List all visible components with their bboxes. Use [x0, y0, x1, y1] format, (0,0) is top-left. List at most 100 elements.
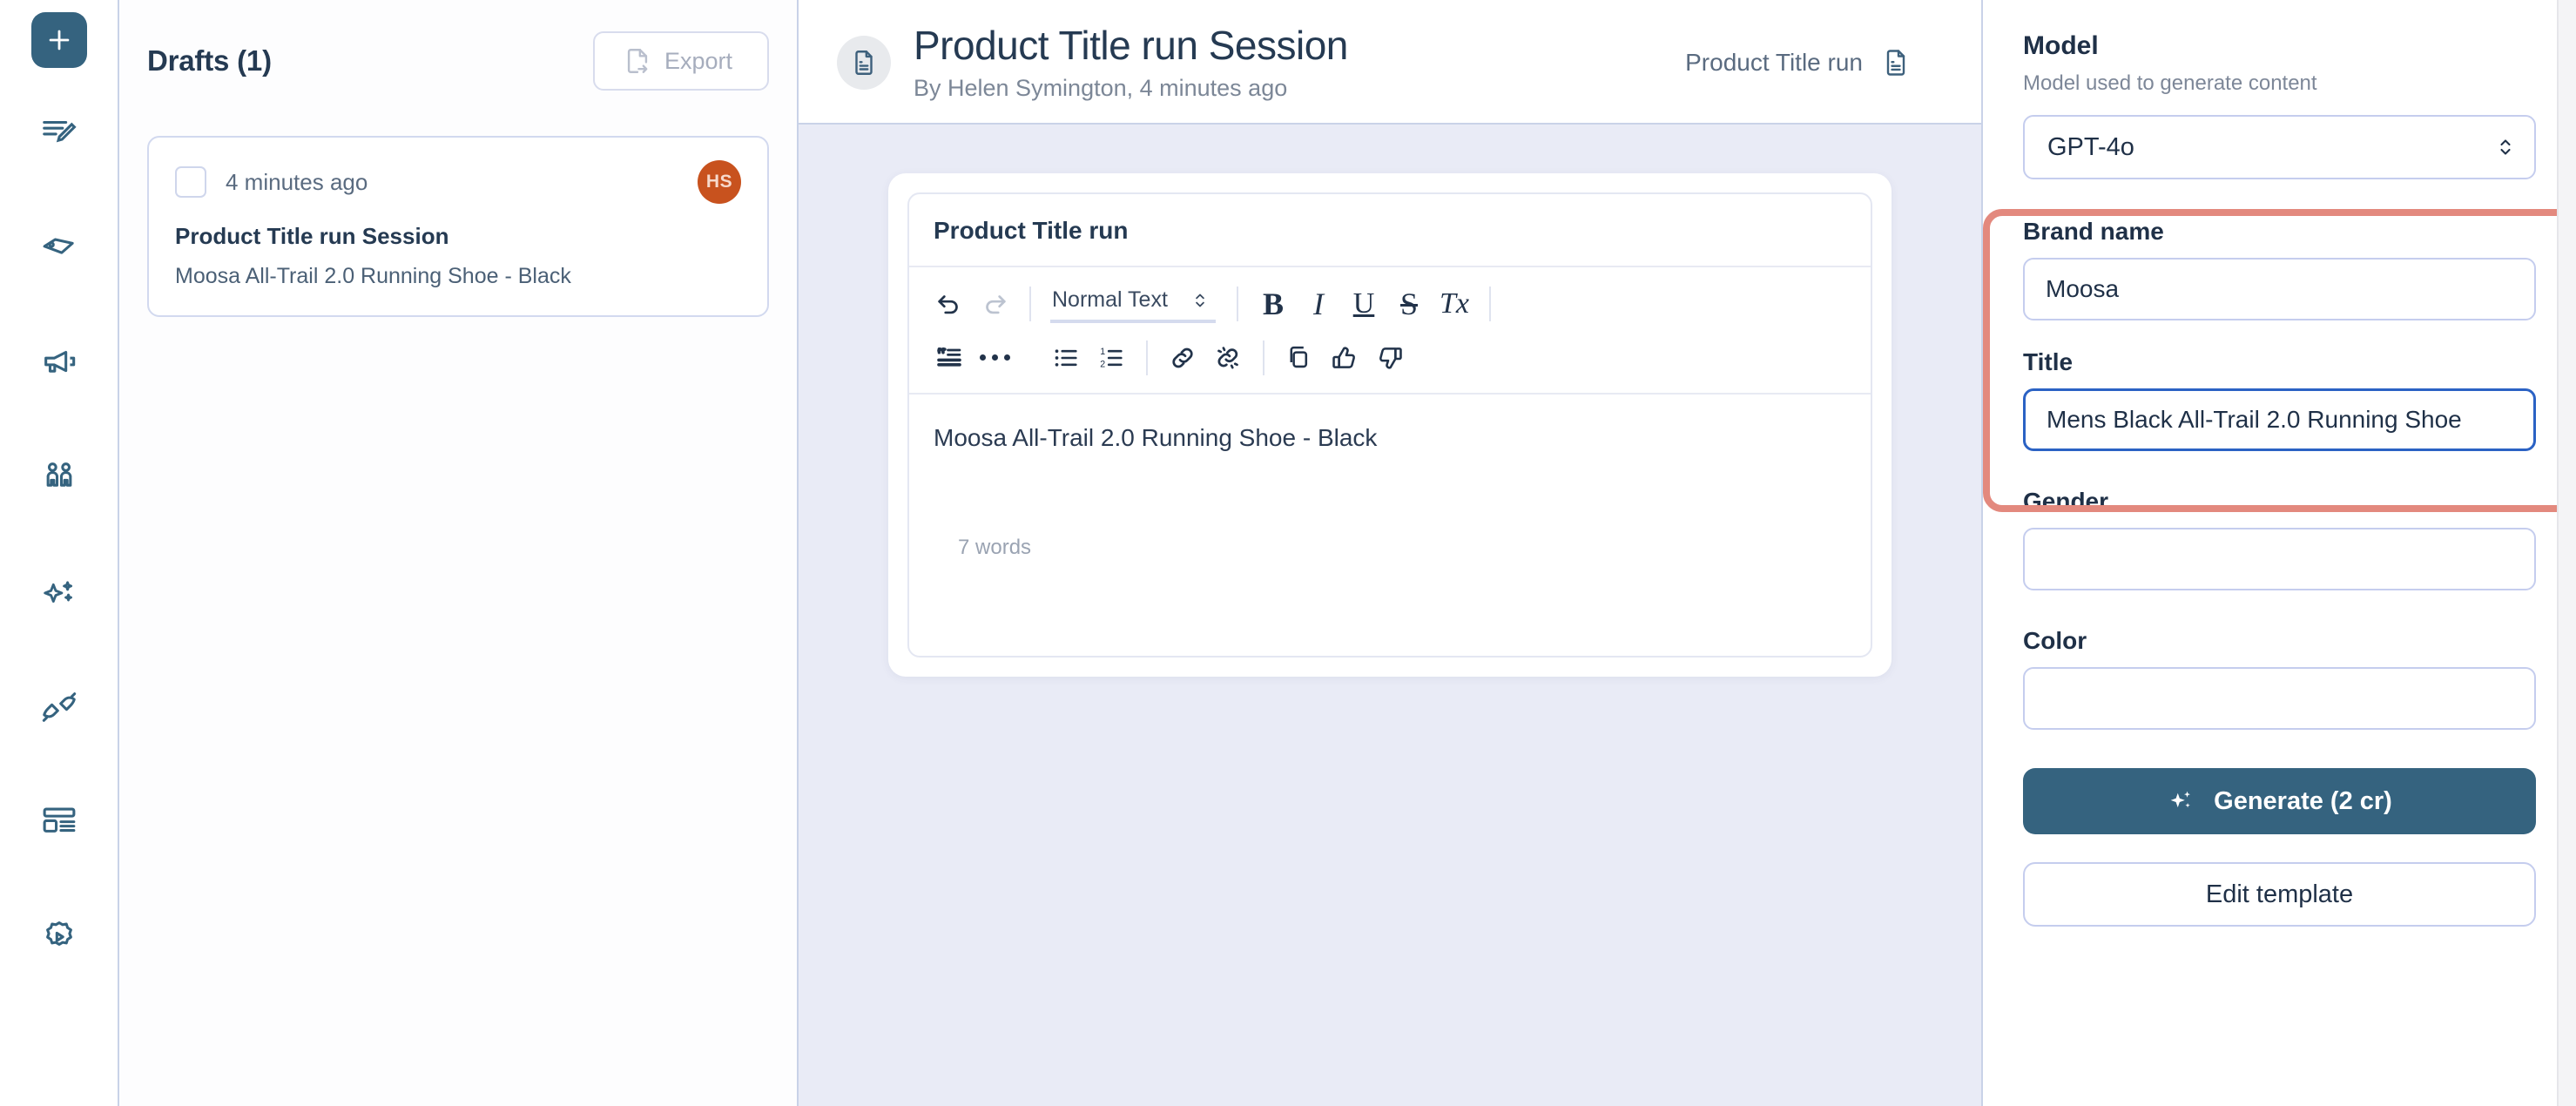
- center-column: Product Title run Session By Helen Symin…: [799, 0, 1981, 1106]
- settings-panel: Model Model used to generate content GPT…: [1981, 0, 2576, 1106]
- edit-template-label: Edit template: [2205, 880, 2354, 908]
- document-avatar: [837, 36, 891, 91]
- document-header-left: Product Title run Session By Helen Symin…: [837, 24, 1348, 102]
- gender-label: Gender: [2023, 488, 2109, 515]
- redo-icon: [986, 294, 1006, 314]
- more-button[interactable]: [974, 337, 1015, 379]
- document-byline: By Helen Symington, 4 minutes ago: [914, 74, 1288, 101]
- document-header-text: Product Title run Session By Helen Symin…: [914, 24, 1348, 102]
- avatar: HS: [698, 160, 741, 204]
- sidebar-item-integrations[interactable]: [31, 679, 87, 735]
- undo-icon: [938, 294, 958, 314]
- word-count: 7 words: [958, 535, 1032, 559]
- bullet-list-button[interactable]: [1045, 337, 1087, 379]
- drafts-panel: Drafts (1) Export 4 minutes ago HS Produ…: [119, 0, 799, 1106]
- unlink-button[interactable]: [1207, 337, 1249, 379]
- underline-label: U: [1352, 287, 1375, 320]
- run-label: Product Title run: [1685, 49, 1863, 77]
- underline-button[interactable]: U: [1343, 283, 1385, 325]
- color-input[interactable]: [2023, 667, 2536, 730]
- italic-button[interactable]: I: [1298, 283, 1339, 325]
- strikethrough-label: S: [1399, 286, 1419, 321]
- chevron-updown-icon: [2500, 139, 2511, 155]
- title-input[interactable]: Mens Black All-Trail 2.0 Running Shoe: [2023, 388, 2536, 451]
- drafts-header: Drafts (1) Export: [147, 31, 769, 91]
- redo-button[interactable]: [974, 283, 1015, 325]
- undo-button[interactable]: [928, 283, 970, 325]
- svg-text:2: 2: [1100, 359, 1105, 369]
- editor-body[interactable]: Moosa All-Trail 2.0 Running Shoe - Black…: [909, 395, 1871, 656]
- people-icon: [46, 462, 71, 487]
- toolbar-divider: [1029, 286, 1031, 321]
- thumbs-down-icon: [1379, 347, 1402, 369]
- plug-icon: [42, 692, 76, 722]
- model-select-value: GPT-4o: [2047, 132, 2134, 161]
- sidebar-item-audience[interactable]: [31, 449, 87, 505]
- sidebar-item-ai[interactable]: [31, 564, 87, 620]
- document-header: Product Title run Session By Helen Symin…: [799, 0, 1981, 123]
- toolbar-divider: [1489, 286, 1491, 321]
- thumbs-down-button[interactable]: [1369, 337, 1411, 379]
- draft-checkbox[interactable]: [175, 166, 206, 198]
- file-text-icon: [1886, 50, 1905, 77]
- settings-play-icon: [45, 921, 72, 946]
- bold-label: B: [1262, 286, 1284, 321]
- numbered-list-button[interactable]: 1 2: [1090, 337, 1132, 379]
- model-select[interactable]: GPT-4o: [2023, 115, 2536, 179]
- title-label: Title: [2023, 348, 2074, 375]
- thumbs-up-button[interactable]: [1324, 337, 1366, 379]
- sidebar-item-settings[interactable]: [31, 909, 87, 965]
- field-brand-name: Brand name Moosa: [2023, 218, 2536, 320]
- toolbar-divider: [1146, 340, 1148, 375]
- page-title: Product Title run Session: [914, 23, 1348, 68]
- block-style-value: Normal Text: [1052, 287, 1168, 313]
- add-new-button[interactable]: [30, 12, 87, 68]
- panel-scrollbar[interactable]: [2557, 0, 2576, 1106]
- sidebar-item-templates[interactable]: [31, 794, 87, 850]
- numbered-list-icon: 1 2: [1100, 346, 1123, 369]
- document-edit-icon: [42, 120, 77, 143]
- toolbar-divider: [1263, 340, 1264, 375]
- sidebar-item-campaigns[interactable]: [31, 334, 87, 390]
- strikethrough-button[interactable]: S: [1388, 283, 1430, 325]
- generate-button[interactable]: Generate (2 cr): [2023, 768, 2536, 834]
- ellipsis-icon: [979, 354, 1010, 361]
- sparkle-icon: [43, 581, 72, 603]
- model-description: Model used to generate content: [2023, 71, 2317, 95]
- brand-name-input[interactable]: Moosa: [2023, 258, 2536, 320]
- file-text-icon: [855, 51, 873, 76]
- toolbar-row-1: Normal Text B I U S Tx: [928, 283, 1851, 325]
- toolbar-divider: [1237, 286, 1238, 321]
- draft-list-item[interactable]: 4 minutes ago HS Product Title run Sessi…: [147, 136, 769, 317]
- sidebar-item-documents[interactable]: [31, 105, 87, 160]
- link-icon: [1172, 347, 1193, 368]
- layout-icon: [43, 807, 75, 833]
- italic-label: I: [1313, 286, 1324, 321]
- draft-timestamp: 4 minutes ago: [226, 168, 368, 195]
- draft-meta-left: 4 minutes ago: [175, 166, 368, 198]
- draft-subtitle: Moosa All-Trail 2.0 Running Shoe - Black: [175, 264, 571, 288]
- sidebar-item-tags[interactable]: [31, 219, 87, 275]
- export-button[interactable]: Export: [592, 31, 769, 91]
- clear-format-button[interactable]: Tx: [1433, 283, 1475, 325]
- draft-meta-row: 4 minutes ago HS: [175, 160, 741, 204]
- edit-template-button[interactable]: Edit template: [2023, 862, 2536, 927]
- file-export-icon: [627, 49, 648, 73]
- run-indicator[interactable]: Product Title run: [1685, 47, 1943, 78]
- link-button[interactable]: [1162, 337, 1204, 379]
- clear-format-label: Tx: [1440, 287, 1469, 320]
- unlink-icon: [1217, 346, 1238, 369]
- export-label: Export: [664, 47, 732, 74]
- blockquote-button[interactable]: [928, 337, 970, 379]
- block-style-select[interactable]: Normal Text: [1050, 284, 1216, 324]
- toolbar-row-2: 1 2: [928, 337, 1851, 379]
- tag-icon: [43, 238, 74, 254]
- copy-icon: [1290, 346, 1308, 368]
- gender-input[interactable]: [2023, 528, 2536, 590]
- bullet-list-icon: [1055, 349, 1077, 367]
- generate-label: Generate (2 cr): [2214, 786, 2392, 815]
- color-label: Color: [2023, 627, 2087, 654]
- copy-button[interactable]: [1278, 337, 1320, 379]
- svg-text:1: 1: [1100, 346, 1105, 356]
- bold-button[interactable]: B: [1252, 283, 1294, 325]
